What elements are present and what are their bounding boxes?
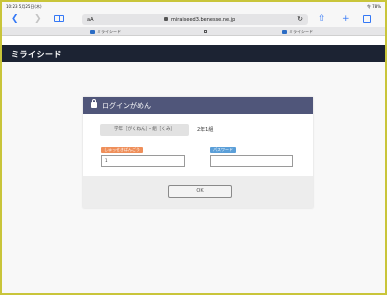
login-title: ログインがめん: [102, 102, 151, 110]
browser-toolbar: ❮ ❯ aA miraiseed3.benesse.ne.jp ↻ ⇧ +: [2, 11, 385, 27]
password-label: パスワード: [210, 147, 236, 153]
reader-options-button[interactable]: aA: [87, 17, 93, 23]
status-battery: 令 78%: [366, 4, 381, 9]
lock-icon: [91, 99, 97, 108]
login-panel-header: ログインがめん: [83, 97, 313, 114]
ok-button[interactable]: OK: [168, 185, 232, 198]
bookmarks-icon[interactable]: [54, 15, 64, 22]
url-text[interactable]: miraiseed3.benesse.ne.jp: [171, 17, 235, 23]
back-icon[interactable]: ❮: [11, 13, 19, 25]
password-input[interactable]: [210, 155, 293, 167]
reload-icon[interactable]: ↻: [297, 15, 303, 23]
attendance-number-input[interactable]: 1: [101, 155, 185, 167]
favicon-icon: [282, 29, 287, 34]
page-icon: [204, 30, 207, 33]
tab-miraiseed-2[interactable]: ミライシード: [282, 27, 313, 36]
status-bar: 10:23 5月25日(木) 令 78%: [2, 2, 385, 11]
address-bar[interactable]: aA miraiseed3.benesse.ne.jp ↻: [82, 14, 308, 25]
login-footer: OK: [83, 176, 313, 208]
tab-label: ミライシード: [289, 28, 313, 34]
grade-class-value: 2年1組: [197, 127, 214, 133]
status-time: 10:23 5月25日(木): [6, 4, 42, 9]
tab-label: ミライシード: [97, 28, 121, 34]
tab-miraiseed-1[interactable]: ミライシード: [90, 27, 121, 36]
favicon-icon: [90, 29, 95, 34]
lock-icon: [164, 17, 168, 21]
app-logo: ミライシード: [11, 50, 62, 59]
tab-bar: ミライシード ミライシード: [2, 27, 385, 36]
share-icon[interactable]: ⇧: [318, 13, 326, 25]
forward-icon[interactable]: ❯: [34, 13, 42, 25]
app-header: ミライシード: [2, 45, 385, 62]
tabs-overview-icon[interactable]: [363, 15, 371, 23]
ipad-screen: 10:23 5月25日(木) 令 78% ❮ ❯ aA miraiseed3.b…: [2, 2, 385, 293]
grade-class-selector[interactable]: 学年［がくねん］・組［くみ］: [100, 124, 189, 136]
tab-blank[interactable]: [204, 27, 209, 36]
attendance-number-label: しゅっせきばんごう: [101, 147, 143, 153]
new-tab-icon[interactable]: +: [342, 13, 350, 25]
main-content: ログインがめん 学年［がくねん］・組［くみ］ 2年1組 しゅっせきばんごう パス…: [2, 62, 385, 293]
login-panel: ログインがめん 学年［がくねん］・組［くみ］ 2年1組 しゅっせきばんごう パス…: [83, 97, 313, 208]
